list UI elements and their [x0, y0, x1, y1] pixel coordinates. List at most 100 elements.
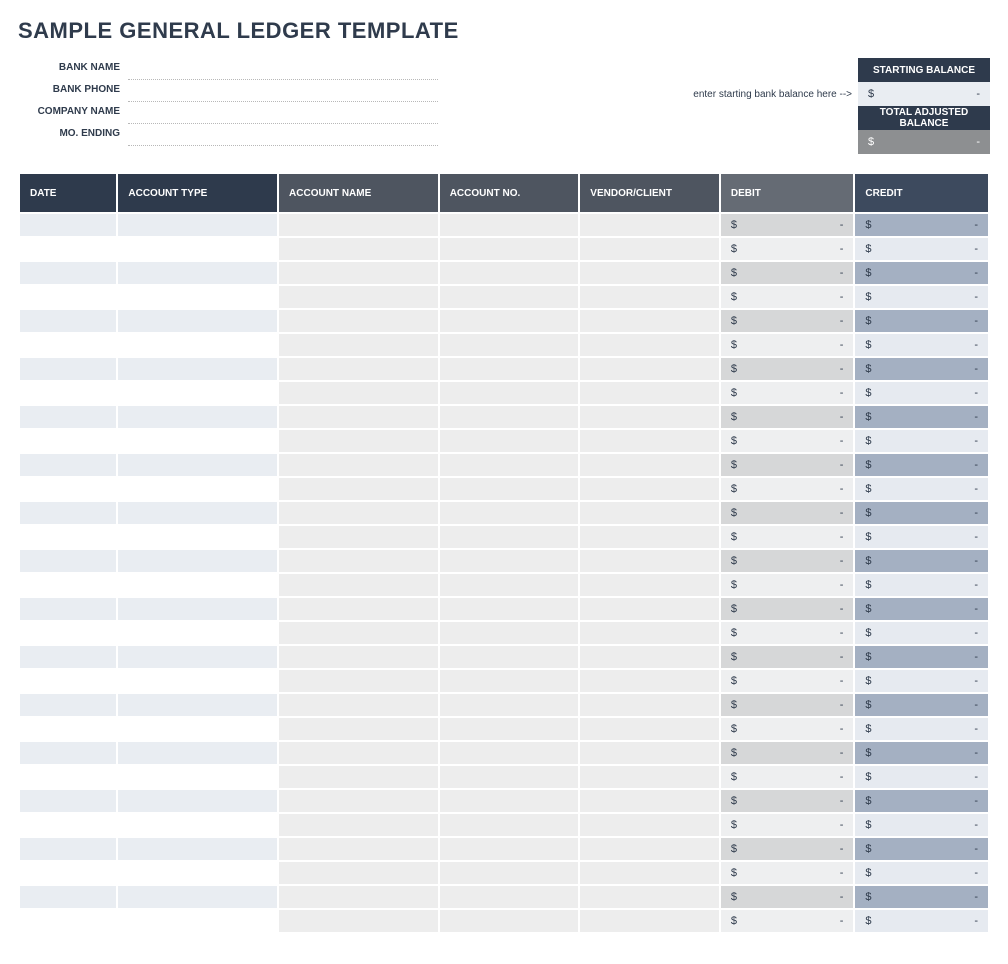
- cell-debit[interactable]: $-: [721, 862, 854, 884]
- cell-credit[interactable]: $-: [855, 838, 988, 860]
- cell-account-name[interactable]: [279, 766, 438, 788]
- cell-credit[interactable]: $-: [855, 502, 988, 524]
- cell-date[interactable]: [20, 430, 116, 452]
- cell-vendor-client[interactable]: [580, 814, 719, 836]
- cell-account-name[interactable]: [279, 886, 438, 908]
- cell-account-name[interactable]: [279, 814, 438, 836]
- cell-vendor-client[interactable]: [580, 838, 719, 860]
- cell-debit[interactable]: $-: [721, 286, 854, 308]
- cell-credit[interactable]: $-: [855, 670, 988, 692]
- cell-vendor-client[interactable]: [580, 886, 719, 908]
- cell-account-type[interactable]: [118, 262, 277, 284]
- cell-account-no[interactable]: [440, 382, 579, 404]
- cell-account-type[interactable]: [118, 286, 277, 308]
- cell-debit[interactable]: $-: [721, 814, 854, 836]
- cell-vendor-client[interactable]: [580, 478, 719, 500]
- cell-date[interactable]: [20, 310, 116, 332]
- cell-account-type[interactable]: [118, 622, 277, 644]
- cell-account-type[interactable]: [118, 358, 277, 380]
- cell-account-type[interactable]: [118, 766, 277, 788]
- cell-account-no[interactable]: [440, 550, 579, 572]
- cell-account-type[interactable]: [118, 886, 277, 908]
- cell-vendor-client[interactable]: [580, 742, 719, 764]
- cell-account-type[interactable]: [118, 598, 277, 620]
- cell-account-no[interactable]: [440, 910, 579, 932]
- cell-date[interactable]: [20, 382, 116, 404]
- cell-debit[interactable]: $-: [721, 238, 854, 260]
- cell-account-no[interactable]: [440, 646, 579, 668]
- cell-account-no[interactable]: [440, 262, 579, 284]
- cell-account-name[interactable]: [279, 742, 438, 764]
- cell-account-name[interactable]: [279, 526, 438, 548]
- cell-account-name[interactable]: [279, 310, 438, 332]
- cell-credit[interactable]: $-: [855, 526, 988, 548]
- cell-account-type[interactable]: [118, 742, 277, 764]
- cell-credit[interactable]: $-: [855, 310, 988, 332]
- cell-account-type[interactable]: [118, 574, 277, 596]
- cell-account-no[interactable]: [440, 718, 579, 740]
- cell-account-type[interactable]: [118, 718, 277, 740]
- cell-account-type[interactable]: [118, 478, 277, 500]
- cell-debit[interactable]: $-: [721, 550, 854, 572]
- cell-debit[interactable]: $-: [721, 838, 854, 860]
- cell-account-no[interactable]: [440, 886, 579, 908]
- cell-date[interactable]: [20, 814, 116, 836]
- starting-balance-value[interactable]: $ -: [858, 82, 990, 106]
- cell-account-name[interactable]: [279, 454, 438, 476]
- cell-date[interactable]: [20, 670, 116, 692]
- cell-date[interactable]: [20, 886, 116, 908]
- cell-credit[interactable]: $-: [855, 718, 988, 740]
- cell-debit[interactable]: $-: [721, 910, 854, 932]
- cell-debit[interactable]: $-: [721, 790, 854, 812]
- cell-credit[interactable]: $-: [855, 214, 988, 236]
- cell-debit[interactable]: $-: [721, 262, 854, 284]
- cell-date[interactable]: [20, 478, 116, 500]
- cell-vendor-client[interactable]: [580, 622, 719, 644]
- cell-credit[interactable]: $-: [855, 910, 988, 932]
- cell-account-no[interactable]: [440, 838, 579, 860]
- cell-account-name[interactable]: [279, 646, 438, 668]
- cell-debit[interactable]: $-: [721, 478, 854, 500]
- cell-account-no[interactable]: [440, 358, 579, 380]
- cell-account-name[interactable]: [279, 478, 438, 500]
- bank-phone-input[interactable]: [128, 80, 438, 102]
- cell-account-name[interactable]: [279, 574, 438, 596]
- cell-debit[interactable]: $-: [721, 358, 854, 380]
- cell-vendor-client[interactable]: [580, 334, 719, 356]
- cell-credit[interactable]: $-: [855, 478, 988, 500]
- cell-debit[interactable]: $-: [721, 622, 854, 644]
- cell-account-name[interactable]: [279, 406, 438, 428]
- cell-credit[interactable]: $-: [855, 358, 988, 380]
- cell-credit[interactable]: $-: [855, 334, 988, 356]
- cell-debit[interactable]: $-: [721, 694, 854, 716]
- cell-vendor-client[interactable]: [580, 382, 719, 404]
- cell-account-type[interactable]: [118, 430, 277, 452]
- cell-account-name[interactable]: [279, 262, 438, 284]
- cell-credit[interactable]: $-: [855, 382, 988, 404]
- cell-vendor-client[interactable]: [580, 766, 719, 788]
- cell-account-name[interactable]: [279, 838, 438, 860]
- cell-account-no[interactable]: [440, 622, 579, 644]
- cell-vendor-client[interactable]: [580, 238, 719, 260]
- cell-debit[interactable]: $-: [721, 502, 854, 524]
- cell-account-name[interactable]: [279, 862, 438, 884]
- cell-account-type[interactable]: [118, 814, 277, 836]
- cell-date[interactable]: [20, 742, 116, 764]
- cell-account-name[interactable]: [279, 238, 438, 260]
- cell-vendor-client[interactable]: [580, 502, 719, 524]
- cell-vendor-client[interactable]: [580, 694, 719, 716]
- cell-credit[interactable]: $-: [855, 598, 988, 620]
- cell-account-name[interactable]: [279, 550, 438, 572]
- cell-account-name[interactable]: [279, 622, 438, 644]
- cell-account-no[interactable]: [440, 334, 579, 356]
- cell-account-no[interactable]: [440, 454, 579, 476]
- cell-vendor-client[interactable]: [580, 214, 719, 236]
- cell-debit[interactable]: $-: [721, 646, 854, 668]
- cell-account-type[interactable]: [118, 454, 277, 476]
- cell-vendor-client[interactable]: [580, 310, 719, 332]
- cell-account-no[interactable]: [440, 478, 579, 500]
- cell-credit[interactable]: $-: [855, 862, 988, 884]
- cell-account-no[interactable]: [440, 502, 579, 524]
- cell-debit[interactable]: $-: [721, 766, 854, 788]
- cell-account-no[interactable]: [440, 214, 579, 236]
